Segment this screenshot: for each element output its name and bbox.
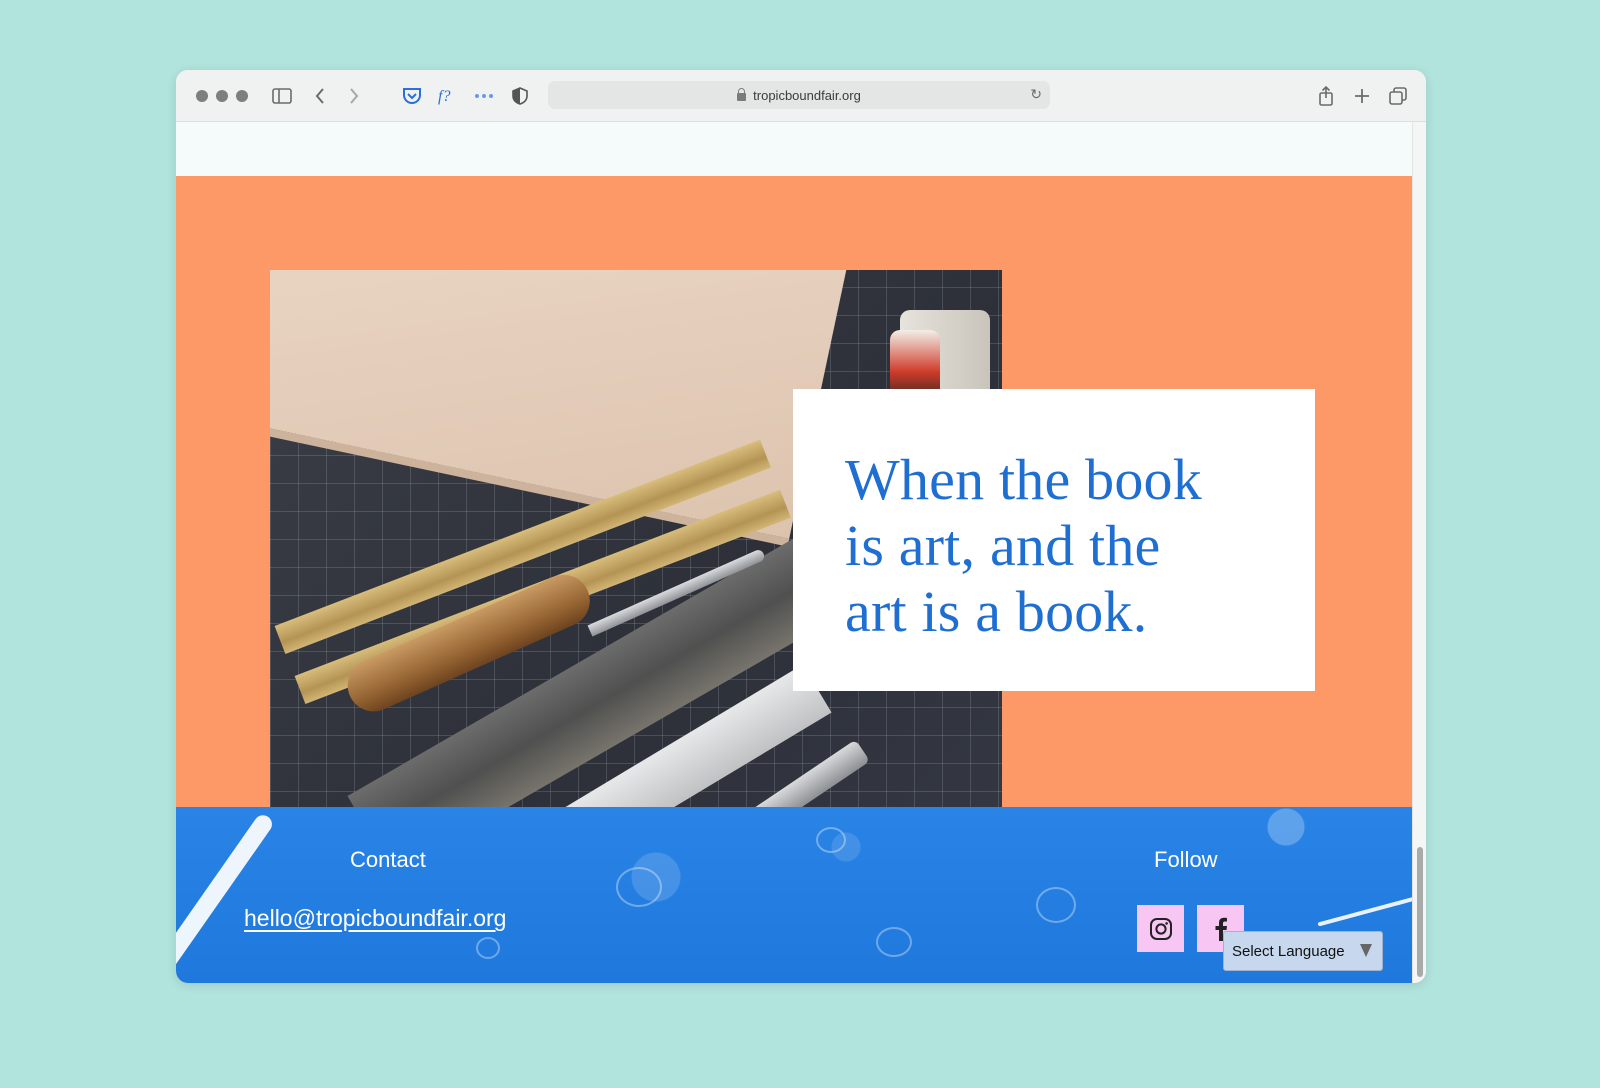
hero-quote: When the book is art, and the art is a b… xyxy=(845,447,1265,645)
share-icon[interactable] xyxy=(1312,82,1340,110)
scrollbar-thumb[interactable] xyxy=(1417,847,1423,977)
address-url: tropicboundfair.org xyxy=(753,87,861,103)
instagram-icon xyxy=(1149,917,1172,940)
window-close-button[interactable] xyxy=(196,90,208,102)
svg-text:f?: f? xyxy=(438,88,450,105)
instagram-button[interactable] xyxy=(1137,905,1184,952)
font-identify-icon[interactable]: f? xyxy=(434,82,462,110)
quote-card: When the book is art, and the art is a b… xyxy=(793,389,1315,691)
contact-heading: Contact xyxy=(350,847,426,872)
quote-line: art is a book. xyxy=(845,579,1148,644)
language-select[interactable]: Select Language xyxy=(1223,931,1383,971)
browser-window: f? tropicboundfair.org ↻ When the book i… xyxy=(176,70,1426,983)
language-select-label: Select Language xyxy=(1232,942,1345,960)
address-bar[interactable]: tropicboundfair.org ↻ xyxy=(548,81,1050,109)
page-content: When the book is art, and the art is a b… xyxy=(176,122,1412,983)
tab-overview-icon[interactable] xyxy=(1384,82,1412,110)
pocket-icon[interactable] xyxy=(398,82,426,110)
back-icon[interactable] xyxy=(306,82,334,110)
site-footer: Contact hello@tropicboundfair.org Follow… xyxy=(176,807,1412,983)
sidebar-toggle-icon[interactable] xyxy=(268,82,296,110)
hero-section: When the book is art, and the art is a b… xyxy=(176,176,1412,820)
page-scrollbar[interactable] xyxy=(1412,122,1426,983)
quote-line: is art, and the xyxy=(845,513,1161,578)
browser-toolbar: f? tropicboundfair.org ↻ xyxy=(176,70,1426,122)
window-zoom-button[interactable] xyxy=(236,90,248,102)
quote-line: When the book xyxy=(845,447,1202,512)
window-minimize-button[interactable] xyxy=(216,90,228,102)
contact-email-link[interactable]: hello@tropicboundfair.org xyxy=(244,905,506,932)
forward-icon[interactable] xyxy=(340,82,368,110)
extension-dots-icon[interactable] xyxy=(470,82,498,110)
chevron-down-icon xyxy=(1360,944,1372,957)
privacy-shield-icon[interactable] xyxy=(506,82,534,110)
follow-heading: Follow xyxy=(1154,847,1218,872)
new-tab-icon[interactable] xyxy=(1348,82,1376,110)
reload-icon[interactable]: ↻ xyxy=(1030,86,1042,103)
lock-icon xyxy=(737,88,747,101)
